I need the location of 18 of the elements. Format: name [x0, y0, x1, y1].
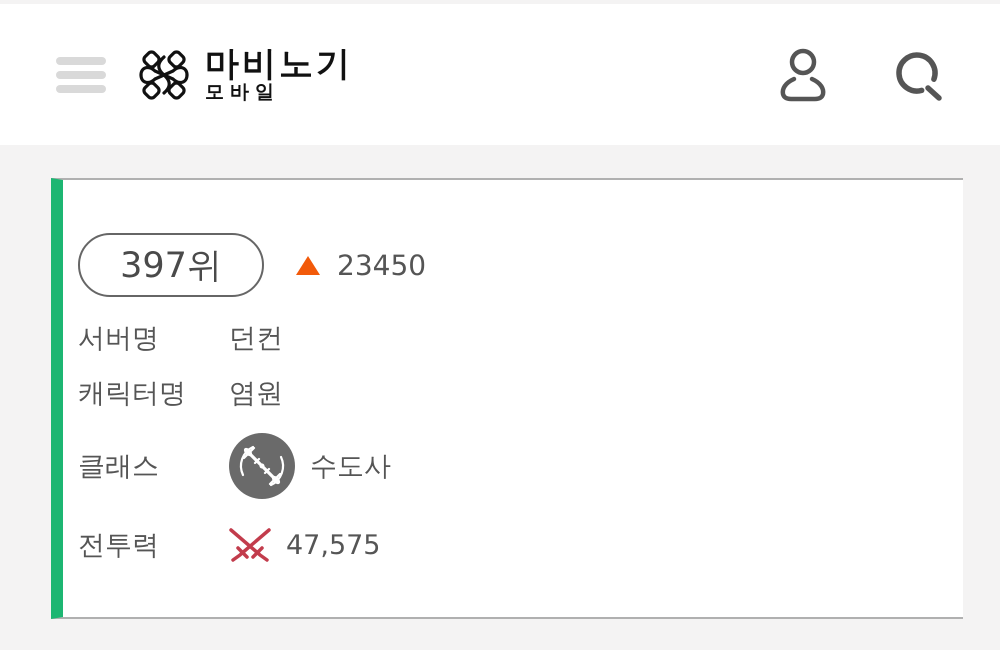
field-label: 캐릭터명 — [78, 376, 187, 410]
rank-pill: 397위 — [78, 233, 264, 297]
logo-subtitle: 모바일 — [205, 83, 281, 102]
field-value: 47,575 — [286, 530, 380, 560]
field-value: 수도사 — [310, 450, 391, 484]
menu-icon — [56, 56, 106, 92]
crossed-swords-icon — [229, 528, 271, 562]
user-icon — [779, 48, 827, 102]
field-label: 전투력 — [78, 529, 160, 563]
field-label: 클래스 — [78, 450, 160, 484]
class-emblem-icon — [229, 433, 295, 499]
field-value: 던컨 — [229, 322, 283, 356]
user-button[interactable] — [779, 48, 827, 102]
rank-change-value: 23450 — [337, 248, 426, 282]
knot-logo-icon — [137, 48, 191, 100]
field-value: 염원 — [229, 376, 283, 410]
field-label: 서버명 — [78, 322, 160, 356]
logo-title: 마비노기 — [205, 47, 353, 81]
